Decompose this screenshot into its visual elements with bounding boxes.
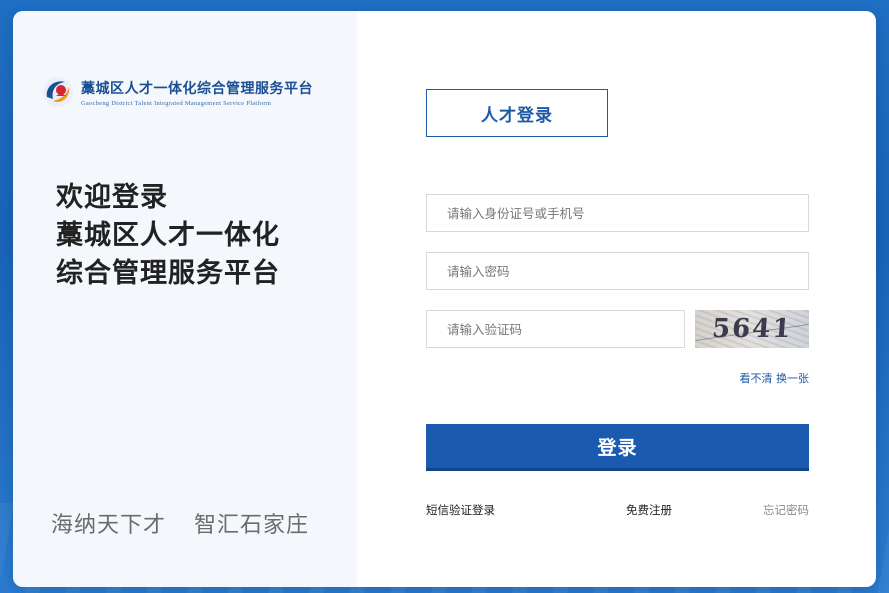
welcome-line-3: 综合管理服务平台 (56, 258, 280, 289)
slogan-part-2: 智汇石家庄 (194, 513, 310, 538)
slogan: 海纳天下才 智汇石家庄 (51, 507, 309, 539)
welcome-panel: 藁城区人才一体化综合管理服务平台 Gaocheng District Talen… (13, 11, 357, 587)
platform-logo-icon (43, 77, 73, 107)
forgot-password-link[interactable]: 忘记密码 (763, 502, 809, 518)
tab-talent-login[interactable]: 人才登录 (426, 89, 608, 137)
captcha-image[interactable]: 5641 (695, 310, 809, 348)
register-link[interactable]: 免费注册 (626, 502, 672, 518)
platform-logo: 藁城区人才一体化综合管理服务平台 Gaocheng District Talen… (41, 75, 313, 109)
bottom-links: 短信验证登录 免费注册 忘记密码 (426, 502, 809, 518)
login-button[interactable]: 登录 (426, 424, 809, 471)
welcome-line-1: 欢迎登录 (56, 182, 168, 213)
slogan-part-1: 海纳天下才 (51, 513, 167, 538)
logo-subtitle: Gaocheng District Talent Integrated Mana… (81, 99, 272, 107)
captcha-input[interactable] (426, 310, 685, 348)
login-form-panel: 人才登录 5641 看不清 换一张 登录 短信验证登录 免费注册 忘记密码 (357, 11, 876, 587)
captcha-text: 5641 (710, 314, 794, 344)
welcome-line-2: 藁城区人才一体化 (56, 220, 280, 251)
sms-login-link[interactable]: 短信验证登录 (426, 502, 495, 518)
welcome-heading: 欢迎登录 藁城区人才一体化 综合管理服务平台 (56, 179, 280, 293)
logo-title: 藁城区人才一体化综合管理服务平台 (81, 80, 313, 97)
id-or-phone-input[interactable] (426, 194, 809, 232)
password-input[interactable] (426, 252, 809, 290)
refresh-captcha-link[interactable]: 看不清 换一张 (740, 370, 810, 386)
login-card: 藁城区人才一体化综合管理服务平台 Gaocheng District Talen… (13, 11, 876, 587)
